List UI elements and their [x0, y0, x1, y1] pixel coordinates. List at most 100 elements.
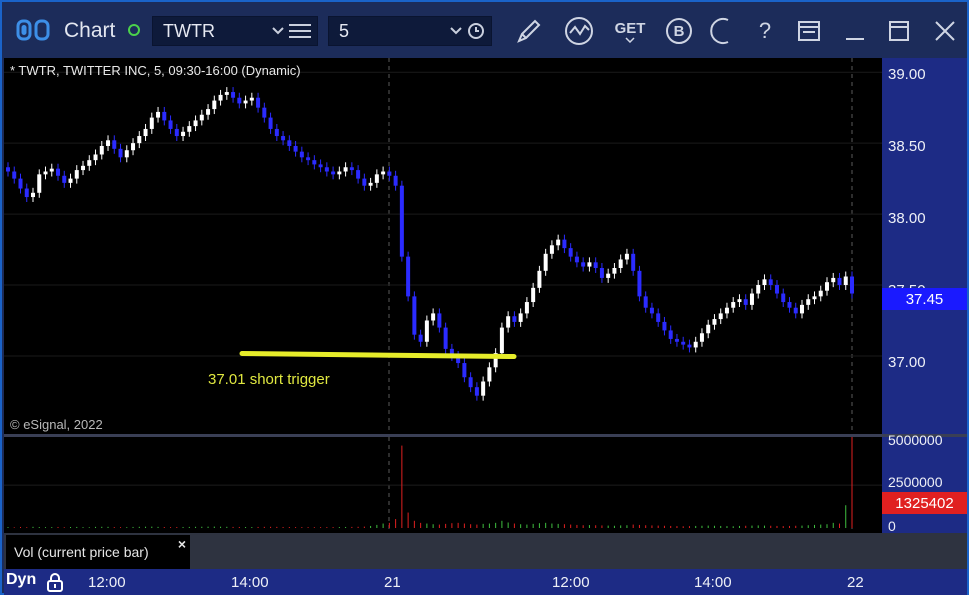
candle-body [256, 97, 261, 108]
symbol-list-icon[interactable] [289, 24, 311, 38]
clock-icon[interactable] [467, 22, 485, 40]
candle-body [537, 270, 542, 288]
lock-icon[interactable] [46, 572, 64, 592]
crescent-icon[interactable] [706, 14, 740, 48]
candle-body [99, 145, 104, 155]
candle-body [18, 178, 23, 189]
candle-body [756, 285, 761, 294]
candle-body [674, 338, 679, 342]
candle-body [356, 170, 361, 179]
candle-body [337, 171, 342, 175]
interval-input[interactable]: 5 [328, 16, 492, 46]
x-tick-label: 22 [847, 574, 864, 591]
y-tick-label: 38.00 [888, 210, 926, 227]
candle-body [443, 327, 448, 349]
candle-body [87, 160, 92, 166]
candle-body [93, 154, 98, 161]
trigger-annotation[interactable]: 37.01 short trigger [208, 371, 330, 388]
candle-body [699, 333, 704, 342]
candle-body [218, 94, 223, 101]
draw-pencil-icon[interactable] [512, 14, 546, 48]
candle-body [412, 296, 417, 335]
candle-body [206, 109, 211, 115]
help-button[interactable]: ? [748, 14, 782, 48]
candle-body [193, 120, 198, 127]
interval-value: 5 [339, 20, 350, 41]
candle-body [249, 97, 254, 101]
candle-body [799, 304, 804, 314]
candle-body [31, 192, 36, 198]
candle-body [62, 175, 67, 183]
candle-body [837, 277, 842, 286]
candle-body [131, 143, 136, 151]
minimize-button[interactable] [838, 14, 872, 48]
price-axis[interactable]: 39.00 38.50 38.00 37.50 37.00 [882, 58, 967, 434]
help-label: ? [758, 18, 772, 43]
layout-icon[interactable] [792, 14, 826, 48]
y-tick-label: 39.00 [888, 66, 926, 83]
candle-body [374, 174, 379, 183]
candle-body [599, 267, 604, 278]
candle-body [774, 285, 779, 294]
candle-body [43, 171, 48, 175]
candle-body [562, 239, 567, 249]
volume-axis[interactable]: 5000000 2500000 0 [882, 432, 967, 534]
get-data-button[interactable]: GET [610, 14, 650, 48]
candle-body [543, 253, 548, 271]
candle-body [624, 253, 629, 260]
candle-body [243, 100, 248, 104]
volume-legend-label: Vol (current price bar) [14, 544, 149, 560]
chevron-down-icon[interactable] [271, 26, 289, 36]
candle-body [806, 299, 811, 305]
candle-body [718, 313, 723, 320]
current-volume-tag: 1325402 [882, 492, 967, 514]
candle-body [568, 248, 573, 257]
candle-body [6, 167, 10, 172]
candle-body [274, 128, 279, 137]
candle-body [631, 253, 636, 271]
candle-body [224, 92, 229, 95]
chart-link-icon[interactable] [16, 18, 52, 42]
dynamic-mode-label[interactable]: Dyn [6, 571, 36, 589]
studies-icon[interactable] [562, 14, 596, 48]
candle-body [287, 140, 292, 146]
candle-body [24, 188, 29, 198]
candle-body [812, 296, 817, 300]
candle-body [262, 107, 267, 118]
candle-body [149, 117, 154, 129]
price-chart-pane[interactable]: * TWTR, TWITTER INC, 5, 09:30-16:00 (Dyn… [4, 58, 882, 434]
candle-body [112, 140, 117, 149]
x-tick-label: 21 [384, 574, 401, 591]
candle-body [593, 262, 598, 268]
candle-body [818, 290, 823, 297]
candle-body [162, 111, 167, 121]
volume-chart-pane[interactable] [4, 437, 882, 533]
close-study-icon[interactable]: × [178, 536, 186, 552]
candle-body [268, 117, 273, 129]
volume-legend[interactable]: Vol (current price bar) × [6, 535, 190, 569]
candle-body [81, 165, 86, 171]
candle-body [706, 324, 711, 334]
b-button[interactable]: B [662, 14, 696, 48]
copyright-text: © eSignal, 2022 [10, 417, 103, 432]
candle-body [237, 97, 242, 104]
trigger-line [239, 351, 517, 360]
chevron-down-icon[interactable] [449, 26, 467, 36]
price-chart-canvas[interactable] [4, 58, 882, 434]
candle-body [850, 276, 854, 294]
candle-body [643, 296, 648, 308]
candle-body [168, 120, 173, 129]
candle-body [687, 344, 692, 348]
close-button[interactable] [928, 14, 962, 48]
maximize-button[interactable] [882, 14, 916, 48]
candle-body [137, 136, 142, 144]
candle-body [212, 100, 217, 110]
candle-body [199, 114, 204, 121]
candle-body [49, 168, 54, 172]
candle-body [106, 140, 111, 146]
volume-chart-canvas[interactable] [4, 437, 882, 533]
time-axis[interactable] [4, 569, 967, 595]
candle-body [324, 167, 329, 172]
candle-body [737, 299, 742, 303]
symbol-input[interactable]: TWTR [152, 16, 318, 46]
